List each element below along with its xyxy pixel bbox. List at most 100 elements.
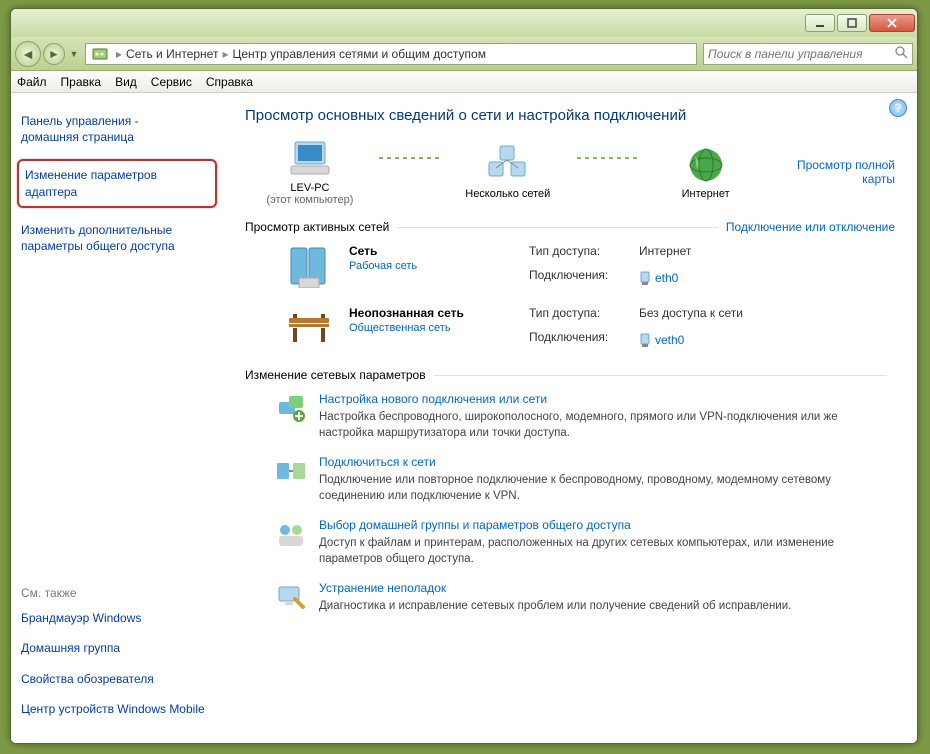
setting-desc: Диагностика и исправление сетевых пробле… — [319, 599, 791, 615]
connections-label: Подключения: — [529, 330, 639, 350]
setting-desc: Подключение или повторное подключение к … — [319, 473, 879, 504]
setting-link[interactable]: Выбор домашней группы и параметров общег… — [319, 518, 879, 532]
network-type-link[interactable]: Рабочая сеть — [349, 260, 529, 272]
breadcrumb-l1[interactable]: Сеть и Интернет — [126, 47, 218, 61]
connection-name: eth0 — [655, 271, 678, 285]
settings-label: Изменение сетевых параметров — [245, 368, 426, 382]
search-input[interactable] — [708, 47, 894, 61]
setting-desc: Доступ к файлам и принтерам, расположенн… — [319, 536, 879, 567]
titlebar — [11, 9, 917, 37]
sidebar: Панель управления - домашняя страница Из… — [11, 93, 223, 743]
map-node-name: Несколько сетей — [443, 188, 573, 200]
close-button[interactable] — [869, 14, 915, 32]
access-type-value: Без доступа к сети — [639, 306, 895, 326]
access-type-label: Тип доступа: — [529, 306, 639, 326]
see-also-internet-options[interactable]: Свойства обозревателя — [21, 671, 213, 687]
network-details: Тип доступа: Интернет Подключения: eth0 — [529, 244, 895, 288]
map-connection — [379, 157, 439, 159]
map-node-name: Интернет — [641, 188, 771, 200]
minimize-button[interactable] — [805, 14, 835, 32]
maximize-button[interactable] — [837, 14, 867, 32]
setting-desc: Настройка беспроводного, широкополосного… — [319, 410, 879, 441]
network-card: Сеть Рабочая сеть Тип доступа: Интернет … — [245, 244, 895, 288]
history-dropdown[interactable]: ▼ — [67, 44, 81, 64]
setting-row-connect: Подключиться к сети Подключение или повт… — [245, 455, 895, 504]
address-bar[interactable]: ▸ Сеть и Интернет ▸ Центр управления сет… — [85, 43, 697, 65]
back-button[interactable]: ◄ — [15, 41, 41, 67]
setting-row-troubleshoot: Устранение неполадок Диагностика и испра… — [245, 581, 895, 615]
connections-label: Подключения: — [529, 268, 639, 288]
map-node-networks: Несколько сетей — [443, 144, 573, 200]
divider — [397, 227, 718, 228]
map-side: Просмотр полной карты — [771, 158, 895, 186]
map-node-computer: LEV-PC (этот компьютер) — [245, 138, 375, 206]
nav-toolbar: ◄ ► ▼ ▸ Сеть и Интернет ▸ Центр управлен… — [11, 37, 917, 71]
setting-link[interactable]: Настройка нового подключения или сети — [319, 392, 879, 406]
setting-link[interactable]: Устранение неполадок — [319, 581, 791, 595]
active-networks-label: Просмотр активных сетей — [245, 220, 389, 234]
network-card: Неопознанная сеть Общественная сеть Тип … — [245, 306, 895, 350]
sidebar-adapter-settings[interactable]: Изменение параметров адаптера — [17, 159, 217, 207]
new-connection-icon — [275, 392, 307, 424]
access-type-value: Интернет — [639, 244, 895, 264]
control-panel-icon — [92, 46, 108, 62]
networks-icon — [484, 144, 532, 186]
breadcrumb-sep: ▸ — [222, 47, 228, 61]
sidebar-sharing-settings[interactable]: Изменить дополнительные параметры общего… — [21, 222, 213, 254]
network-type-link[interactable]: Общественная сеть — [349, 322, 529, 334]
network-info: Сеть Рабочая сеть — [349, 244, 529, 288]
full-map-link[interactable]: Просмотр полной карты — [797, 158, 895, 186]
see-also-firewall[interactable]: Брандмауэр Windows — [21, 610, 213, 626]
menu-edit[interactable]: Правка — [61, 75, 102, 89]
menu-tools[interactable]: Сервис — [151, 75, 192, 89]
menu-file[interactable]: Файл — [17, 75, 47, 89]
menubar: Файл Правка Вид Сервис Справка — [11, 71, 917, 93]
breadcrumb-l2[interactable]: Центр управления сетями и общим доступом — [232, 47, 486, 61]
main-pane: ? Просмотр основных сведений о сети и на… — [223, 93, 917, 743]
bench-icon — [285, 306, 333, 350]
window: ◄ ► ▼ ▸ Сеть и Интернет ▸ Центр управлен… — [10, 8, 918, 744]
map-node-sub: (этот компьютер) — [245, 194, 375, 206]
homegroup-icon — [275, 518, 307, 550]
page-title: Просмотр основных сведений о сети и наст… — [245, 107, 895, 124]
menu-help[interactable]: Справка — [206, 75, 253, 89]
connect-icon — [275, 455, 307, 487]
connection-link[interactable]: veth0 — [639, 330, 895, 350]
setting-text: Настройка нового подключения или сети На… — [319, 392, 879, 441]
map-node-internet: Интернет — [641, 144, 771, 200]
setting-row-new-connection: Настройка нового подключения или сети На… — [245, 392, 895, 441]
network-details: Тип доступа: Без доступа к сети Подключе… — [529, 306, 895, 350]
connection-link[interactable]: eth0 — [639, 268, 895, 288]
forward-button[interactable]: ► — [43, 43, 65, 65]
settings-head: Изменение сетевых параметров — [245, 368, 895, 382]
search-box[interactable] — [703, 43, 913, 65]
menu-view[interactable]: Вид — [115, 75, 137, 89]
map-connection — [577, 157, 637, 159]
help-button[interactable]: ? — [889, 99, 907, 117]
globe-icon — [682, 144, 730, 186]
see-also: См. также Брандмауэр Windows Домашняя гр… — [21, 586, 213, 731]
network-info: Неопознанная сеть Общественная сеть — [349, 306, 529, 350]
setting-row-homegroup: Выбор домашней группы и параметров общег… — [245, 518, 895, 567]
adapter-icon — [639, 333, 651, 347]
map-node-name: LEV-PC — [245, 182, 375, 194]
network-name: Сеть — [349, 244, 529, 258]
computer-icon — [286, 138, 334, 180]
network-name: Неопознанная сеть — [349, 306, 529, 320]
access-type-label: Тип доступа: — [529, 244, 639, 264]
network-map: LEV-PC (этот компьютер) Несколько сетей … — [245, 138, 895, 206]
network-icon — [285, 244, 333, 288]
see-also-title: См. также — [21, 586, 213, 600]
see-also-windows-mobile[interactable]: Центр устройств Windows Mobile — [21, 701, 213, 717]
search-icon — [894, 45, 908, 62]
breadcrumb-sep: ▸ — [116, 47, 122, 61]
adapter-icon — [639, 271, 651, 285]
active-networks-head: Просмотр активных сетей Подключение или … — [245, 220, 895, 234]
setting-text: Выбор домашней группы и параметров общег… — [319, 518, 879, 567]
see-also-homegroup[interactable]: Домашняя группа — [21, 640, 213, 656]
content-area: Панель управления - домашняя страница Из… — [11, 93, 917, 743]
troubleshoot-icon — [275, 581, 307, 613]
connect-disconnect-link[interactable]: Подключение или отключение — [726, 220, 895, 234]
sidebar-home[interactable]: Панель управления - домашняя страница — [21, 113, 213, 145]
setting-link[interactable]: Подключиться к сети — [319, 455, 879, 469]
